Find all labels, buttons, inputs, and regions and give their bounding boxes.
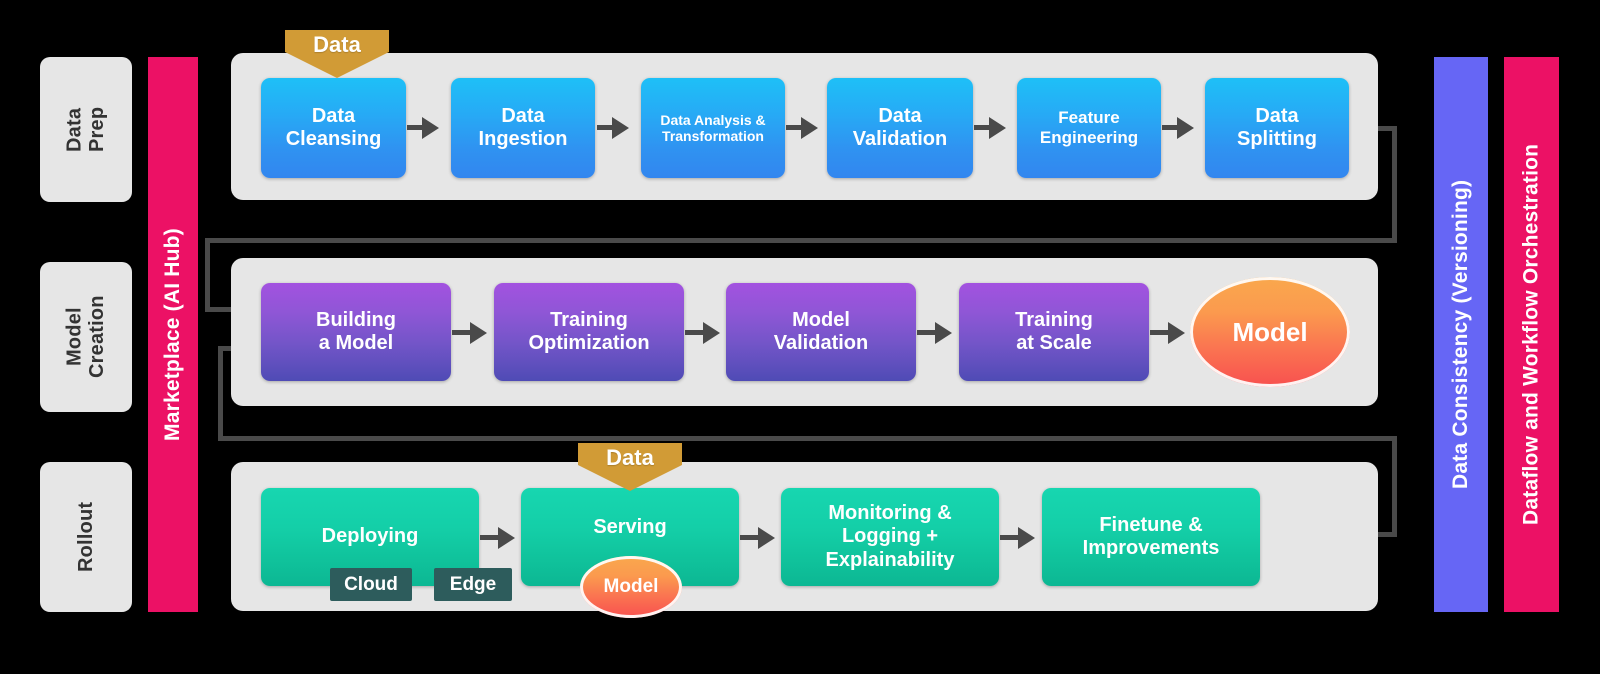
step-label: Finetune & Improvements (1082, 513, 1220, 559)
stage-label-model-creation: Model Creation (40, 262, 132, 412)
arrow-training-scale-to-model-artifact-shaft (1150, 330, 1172, 335)
feedback-line-rollout-seg-h2 (218, 436, 1397, 441)
step-building-a-model[interactable]: Building a Model (261, 283, 451, 381)
step-data-cleansing[interactable]: Data Cleansing (261, 78, 406, 178)
artifact-label: Model (603, 576, 659, 597)
arrow-training-opt-to-model-validation-shaft (685, 330, 707, 335)
pillar-data-consistency: Data Consistency (Versioning) (1434, 57, 1488, 612)
stage-label-text: Rollout (74, 501, 97, 573)
step-model-validation[interactable]: Model Validation (726, 283, 916, 381)
tag-edge[interactable]: Edge (434, 568, 512, 601)
stage-label-rollout: Rollout (40, 462, 132, 612)
step-label: Data Validation (852, 104, 948, 150)
pillar-dataflow-orchestration: Dataflow and Workflow Orchestration (1504, 57, 1559, 612)
step-training-optimization[interactable]: Training Optimization (494, 283, 684, 381)
step-label: Data Splitting (1237, 104, 1317, 150)
step-data-analysis-transformation[interactable]: Data Analysis & Transformation (641, 78, 785, 178)
pillar-label: Marketplace (AI Hub) (161, 228, 184, 441)
step-label: Training Optimization (528, 308, 650, 354)
step-label: Data Ingestion (478, 104, 568, 150)
data-banner-label: Data (606, 445, 654, 470)
tag-label: Cloud (344, 573, 398, 595)
arrow-ingestion-to-analysis-shaft (597, 125, 615, 130)
tag-cloud[interactable]: Cloud (330, 568, 412, 601)
data-banner-label: Data (313, 32, 361, 57)
arrow-monitoring-to-finetune-shaft (1000, 535, 1022, 540)
artifact-model-badge-serving[interactable]: Model (580, 556, 682, 618)
pillar-label: Data Consistency (Versioning) (1449, 179, 1472, 490)
artifact-model-ellipse[interactable]: Model (1190, 277, 1350, 387)
step-data-validation[interactable]: Data Validation (827, 78, 973, 178)
arrow-cleansing-to-ingestion-shaft (407, 125, 425, 130)
pillar-marketplace: Marketplace (AI Hub) (148, 57, 198, 612)
arrow-analysis-to-validation-shaft (786, 125, 804, 130)
feedback-line-rollout-seg-v1 (1392, 436, 1397, 537)
arrow-model-validation-to-training-scale-shaft (917, 330, 939, 335)
arrow-serving-to-monitoring-shaft (740, 535, 762, 540)
step-label: Data Analysis & Transformation (660, 111, 766, 144)
step-feature-engineering[interactable]: Feature Engineering (1017, 78, 1161, 178)
feedback-line-dataprep-seg-v2 (205, 238, 210, 310)
step-data-ingestion[interactable]: Data Ingestion (451, 78, 595, 178)
step-monitoring-logging-explainability[interactable]: Monitoring & Logging + Explainability (781, 488, 999, 586)
arrow-building-to-training-opt-shaft (452, 330, 474, 335)
step-label: Model Validation (773, 308, 869, 354)
stage-label-data-prep: Data Prep (40, 57, 132, 202)
pillar-label: Dataflow and Workflow Orchestration (1519, 143, 1543, 526)
tag-label: Edge (449, 573, 497, 595)
arrow-deploying-to-serving-shaft (480, 535, 502, 540)
step-label: Building a Model (316, 308, 396, 354)
artifact-label: Model (1232, 316, 1308, 347)
arrow-feature-to-splitting-shaft (1162, 125, 1180, 130)
step-label: Data Cleansing (285, 104, 382, 150)
step-label: Feature Engineering (1039, 108, 1139, 147)
step-data-splitting[interactable]: Data Splitting (1205, 78, 1349, 178)
step-finetune-improvements[interactable]: Finetune & Improvements (1042, 488, 1260, 586)
data-input-banner-bottom: Data (578, 443, 682, 491)
data-input-banner-top: Data (285, 30, 389, 78)
stage-label-text: Model Creation (63, 295, 108, 379)
step-label: Deploying (321, 525, 419, 548)
feedback-line-dataprep-seg-v1 (1392, 126, 1397, 243)
feedback-line-dataprep-seg-h2 (205, 238, 1397, 243)
step-label: Training at Scale (1015, 308, 1093, 354)
step-label: Serving (593, 516, 667, 539)
arrow-validation-to-feature-shaft (974, 125, 992, 130)
stage-label-text: Data Prep (63, 106, 108, 153)
step-label: Monitoring & Logging + Explainability (825, 502, 955, 571)
feedback-line-rollout-seg-v2 (218, 346, 223, 441)
step-training-at-scale[interactable]: Training at Scale (959, 283, 1149, 381)
diagram-canvas: Data Prep Model Creation Rollout Marketp… (0, 0, 1600, 674)
